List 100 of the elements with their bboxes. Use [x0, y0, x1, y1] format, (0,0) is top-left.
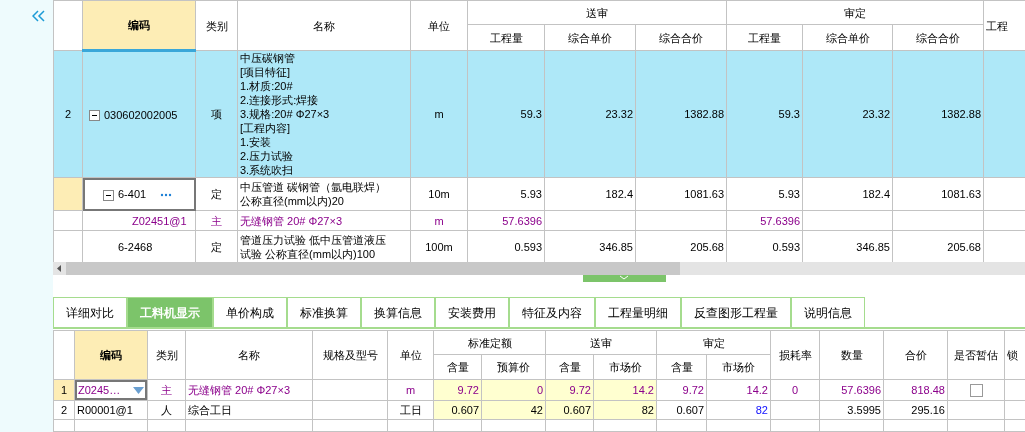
column-header: 综合合价	[892, 24, 984, 51]
name-line: 试验 公称直径(mm以内)100	[240, 247, 376, 261]
name-line: 1.材质:20#	[240, 79, 293, 93]
tree-code: 6-401	[118, 188, 147, 200]
column-header: 工程	[983, 0, 1025, 51]
table-cell: 57.6396	[467, 210, 545, 231]
column-header: 综合合价	[635, 24, 727, 51]
table-cell: Z0245…	[78, 383, 121, 397]
tab[interactable]: 单价构成	[213, 297, 287, 328]
table-cell: 1382.88	[635, 50, 727, 178]
tab[interactable]: 工程量明细	[595, 297, 681, 328]
table-cell: 182.4	[802, 177, 893, 211]
name-line: 2.连接形式:焊接	[240, 93, 319, 107]
table-cell: 57.6396	[726, 210, 803, 231]
table-cell: 0	[770, 379, 820, 401]
table-cell: R00001@1	[77, 404, 133, 416]
name-line: 无缝钢管 20# Φ27×3	[240, 213, 343, 228]
table-cell: 1081.63	[635, 177, 727, 211]
collapse-sidebar-icon[interactable]	[32, 10, 46, 23]
tab[interactable]: 说明信息	[791, 297, 865, 328]
row-number: 2	[53, 400, 75, 420]
column-group-header: 送审	[467, 0, 727, 25]
tab[interactable]: 换算信息	[361, 297, 435, 328]
tree-code: 6-2468	[118, 241, 153, 253]
name-line: 中压碳钢管	[240, 51, 295, 65]
tab[interactable]: 安装费用	[435, 297, 509, 328]
column-header: 类别	[195, 0, 238, 51]
column-header: 编码	[82, 0, 196, 51]
column-header: 是否暂估	[947, 330, 1005, 380]
tab[interactable]: 特征及内容	[509, 297, 595, 328]
column-group-header: 标准定额	[433, 330, 546, 355]
table-cell: 23.32	[544, 50, 636, 178]
name-line: 公称直径(mm以内)20	[240, 194, 344, 208]
column-header: 综合单价	[802, 24, 893, 51]
column-header: 合价	[883, 330, 948, 380]
table-cell: 10m	[410, 177, 468, 211]
name-line: 3.规格:20# Φ27×3	[240, 107, 330, 121]
column-header: 损耗率	[770, 330, 820, 380]
table-cell: 综合工日	[185, 400, 313, 420]
table-cell: m	[387, 379, 434, 401]
table-cell: 3.5995	[819, 400, 884, 420]
row-number: 1	[53, 379, 75, 401]
table-cell: m	[410, 50, 468, 178]
name-line: [工程内容]	[240, 121, 291, 135]
table-cell: 59.3	[726, 50, 803, 178]
table-cell: 14.2	[706, 379, 771, 401]
table-cell: 82	[706, 400, 771, 420]
table-cell: 23.32	[802, 50, 893, 178]
table-cell: 定	[195, 177, 238, 211]
table-cell: 57.6396	[819, 379, 884, 401]
checkbox[interactable]	[969, 384, 983, 398]
column-header: 名称	[237, 0, 411, 51]
table-cell: 无缝钢管 20# Φ27×3	[185, 379, 313, 401]
table-cell: 1382.88	[892, 50, 984, 178]
tab[interactable]: 详细对比	[53, 297, 127, 328]
tree-code: 030602002005	[104, 108, 178, 121]
table-cell: 59.3	[467, 50, 545, 178]
column-header: 工程量	[726, 24, 803, 51]
column-header: 规格及型号	[312, 330, 388, 380]
table-cell: 工日	[387, 400, 434, 420]
table-cell: 项	[195, 50, 238, 178]
table-cell: 295.16	[883, 400, 948, 420]
tab[interactable]: 反查图形工程量	[681, 297, 791, 328]
name-line: 1.安装	[240, 135, 272, 149]
column-header: 单位	[387, 330, 434, 380]
table-cell: 主	[147, 379, 186, 401]
name-line: [项目特征]	[240, 65, 291, 79]
table-cell: 主	[195, 210, 238, 231]
column-header: 名称	[185, 330, 313, 380]
column-group-header: 审定	[656, 330, 771, 355]
tab[interactable]: 标准换算	[287, 297, 361, 328]
table-cell: 5.93	[726, 177, 803, 211]
column-header: 单位	[410, 0, 468, 51]
name-line: 2.压力试验	[240, 149, 294, 163]
table-cell: 5.93	[467, 177, 545, 211]
collapse-icon[interactable]	[89, 110, 100, 122]
table-cell: m	[410, 210, 468, 231]
column-group-header: 送审	[545, 330, 657, 355]
column-group-header: 审定	[726, 0, 984, 25]
row-number: 2	[53, 50, 83, 178]
column-header: 综合单价	[544, 24, 636, 51]
column-header: 工程量	[467, 24, 545, 51]
table-cell: 1081.63	[892, 177, 984, 211]
table-cell: 182.4	[544, 177, 636, 211]
dropdown-arrow-icon[interactable]	[133, 386, 144, 394]
column-header: 类别	[147, 330, 186, 380]
table-cell: 0.607	[656, 400, 707, 420]
name-line: 管道压力试验 低中压管道液压	[240, 233, 387, 247]
table-cell: 818.48	[883, 379, 948, 401]
column-header: 锁	[1004, 330, 1025, 380]
horizontal-scrollbar[interactable]	[53, 262, 1025, 276]
collapse-icon[interactable]	[103, 189, 114, 201]
table-cell: 9.72	[656, 379, 707, 401]
column-header: 数量	[819, 330, 884, 380]
name-line: 中压管道 碳钢管（氩电联焊）	[240, 180, 387, 194]
column-header: 编码	[74, 330, 148, 380]
table-cell: 人	[147, 400, 186, 420]
more-icon[interactable]	[160, 193, 173, 198]
tree-code: Z02451@1	[132, 214, 187, 227]
name-line: 3.系统吹扫	[240, 163, 294, 177]
